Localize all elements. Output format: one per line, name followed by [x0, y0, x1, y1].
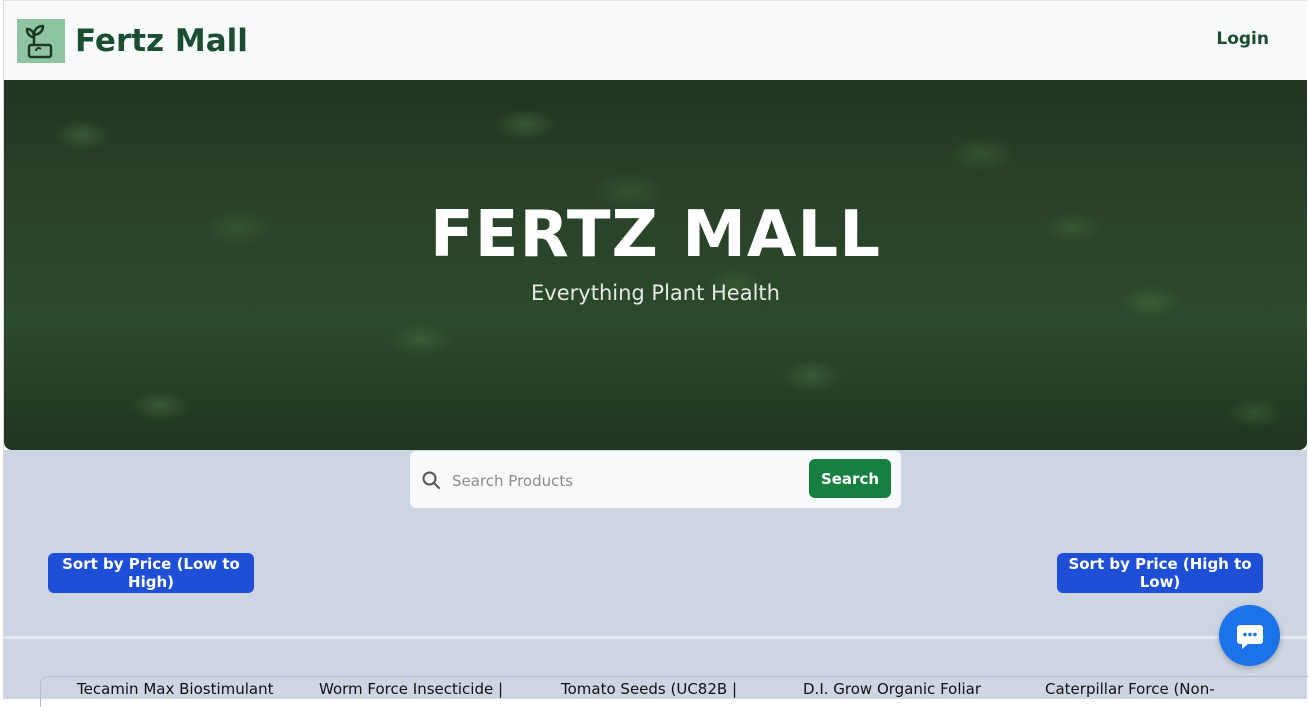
product-card-title[interactable]: Caterpillar Force (Non-	[1045, 680, 1215, 698]
search-icon	[422, 471, 440, 489]
product-card-title[interactable]: Worm Force Insecticide |	[319, 680, 503, 698]
product-card-title[interactable]: D.I. Grow Organic Foliar	[803, 680, 981, 698]
sort-low-to-high-button[interactable]: Sort by Price (Low to High)	[48, 553, 254, 593]
product-card-title[interactable]: Tomato Seeds (UC82B |	[561, 680, 737, 698]
product-grid: Tecamin Max Biostimulant Worm Force Inse…	[40, 676, 1308, 707]
seedling-pot-icon	[25, 24, 53, 59]
section-divider	[4, 636, 1307, 639]
products-section: Search Sort by Price (Low to High) Sort …	[4, 450, 1308, 707]
chat-bubble-icon	[1237, 625, 1263, 649]
chat-button[interactable]	[1219, 605, 1280, 666]
sort-high-to-low-button[interactable]: Sort by Price (High to Low)	[1057, 553, 1263, 593]
hero-title: FERTZ MALL	[430, 198, 881, 272]
brand-name[interactable]: Fertz Mall	[75, 21, 248, 61]
top-navbar: Fertz Mall Login	[4, 0, 1307, 80]
login-link[interactable]: Login	[1216, 29, 1269, 49]
product-card-title[interactable]: Tecamin Max Biostimulant	[77, 680, 273, 698]
search-bar: Search	[410, 451, 901, 508]
search-button[interactable]: Search	[809, 459, 891, 498]
logo[interactable]	[17, 19, 65, 63]
hero-subtitle: Everything Plant Health	[531, 281, 780, 305]
hero-banner: FERTZ MALL Everything Plant Health	[4, 80, 1307, 450]
search-input[interactable]	[450, 465, 794, 497]
